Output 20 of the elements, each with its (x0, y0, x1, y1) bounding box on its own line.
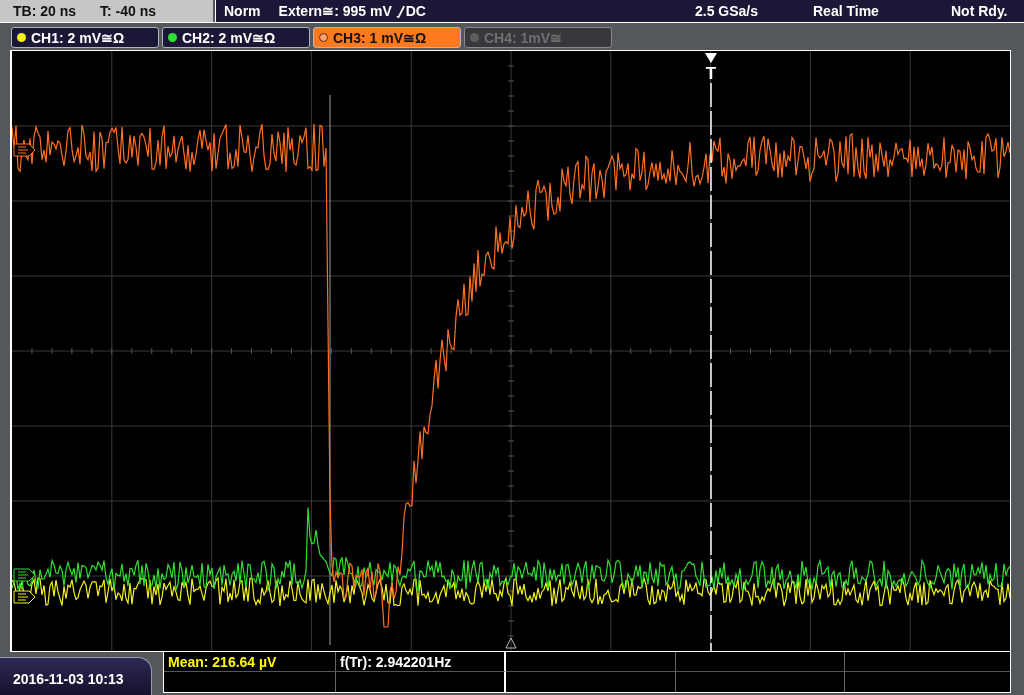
state-readout: Not Rdy. (951, 3, 1009, 19)
date-time-readout: 2016-11-03 10:13 (13, 670, 124, 687)
trigger-mode-readout: Norm (224, 3, 261, 19)
channel-tab[interactable]: CH2: 2 mV≅Ω (162, 27, 310, 48)
acquisition-readout: Real Time (813, 3, 880, 19)
channel-marker-icon[interactable] (13, 143, 36, 157)
rising-edge-icon (395, 4, 405, 18)
sample-rate-readout: 2.5 GSa/s (695, 3, 760, 19)
trigger-label: T (705, 64, 717, 83)
reference-marker-icon (505, 637, 517, 649)
timebase-readout: TB: 20 ns (13, 3, 77, 19)
trigger-coupling-readout: DC (405, 3, 426, 19)
trigger-offset-readout: T: -40 ns (100, 3, 156, 19)
channel-tab[interactable]: CH3: 1 mV≅Ω (313, 27, 461, 48)
trigger-marker-icon[interactable] (705, 53, 717, 63)
channel-marker-icon[interactable] (13, 568, 36, 582)
trigger-source-readout: Extern≅: 995 mV (278, 3, 392, 19)
channel-tab[interactable]: CH1: 2 mV≅Ω (11, 27, 159, 48)
measurement-cell: f(Tr): 2.942201Hz (336, 652, 506, 672)
measurement-cell: Mean: 216.64 µV (164, 652, 336, 672)
